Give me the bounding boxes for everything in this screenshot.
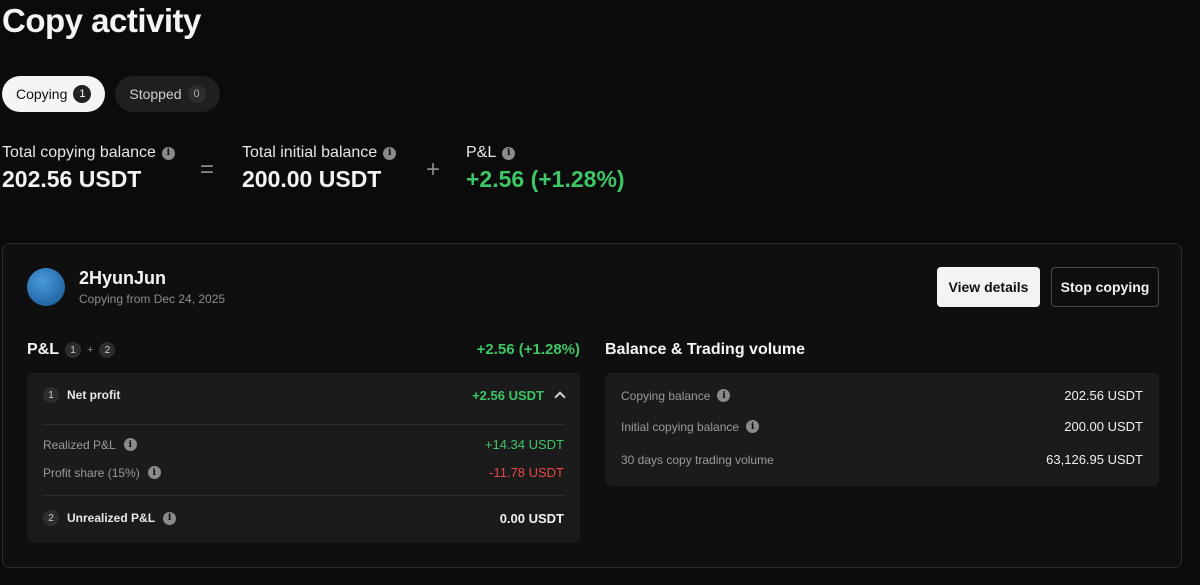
net-profit-value: +2.56 USDT bbox=[472, 387, 544, 403]
stop-copying-button[interactable]: Stop copying bbox=[1051, 267, 1159, 307]
unrealized-pnl-label: Unrealized P&L bbox=[67, 511, 156, 525]
balance-breakdown: Copying balance i 202.56 USDT Initial co… bbox=[605, 373, 1159, 486]
unrealized-pnl-row: 2 Unrealized P&L i 0.00 USDT bbox=[43, 510, 564, 526]
total-initial-balance: Total initial balance i 200.00 USDT bbox=[242, 144, 397, 193]
trading-volume-value: 63,126.95 USDT bbox=[1046, 452, 1143, 467]
profit-share-value: -11.78 USDT bbox=[489, 465, 564, 480]
net-profit-label: Net profit bbox=[67, 388, 121, 402]
trading-volume-row: 30 days copy trading volume 63,126.95 US… bbox=[621, 452, 1143, 467]
profit-share-label: Profit share (15%) bbox=[43, 465, 140, 480]
realized-pnl-value: +14.34 USDT bbox=[484, 437, 564, 452]
chevron-up-icon[interactable] bbox=[554, 391, 566, 403]
pnl-breakdown: 1 Net profit +2.56 USDT Realized P&L i +… bbox=[27, 373, 580, 543]
tab-stopped-count: 0 bbox=[187, 85, 206, 103]
copying-balance-row: Copying balance i 202.56 USDT bbox=[621, 388, 1143, 403]
pnl-plus: + bbox=[87, 344, 94, 356]
summary-pnl: P&L i +2.56 (+1.28%) bbox=[466, 144, 625, 193]
info-icon[interactable]: i bbox=[717, 389, 731, 402]
summary-pnl-value: +2.56 (+1.28%) bbox=[466, 166, 625, 192]
realized-pnl-row: Realized P&L i +14.34 USDT bbox=[43, 437, 564, 452]
info-icon[interactable]: i bbox=[161, 146, 175, 160]
profit-share-row: Profit share (15%) i -11.78 USDT bbox=[43, 465, 564, 480]
copying-balance-value: 202.56 USDT bbox=[1064, 388, 1143, 403]
tab-bar: Copying 1 Stopped 0 bbox=[2, 76, 220, 112]
unrealized-pnl-index: 2 bbox=[43, 510, 59, 526]
tab-copying-label: Copying bbox=[16, 86, 68, 102]
total-initial-balance-label: Total initial balance bbox=[242, 144, 378, 161]
tab-copying[interactable]: Copying 1 bbox=[2, 76, 106, 112]
unrealized-pnl-value: 0.00 USDT bbox=[499, 510, 564, 526]
pnl-header: P&L 1 + 2 +2.56 (+1.28%) bbox=[27, 341, 580, 363]
total-copying-balance-label: Total copying balance bbox=[2, 144, 156, 161]
equals-sign: = bbox=[200, 156, 215, 183]
copying-since: Copying from Dec 24, 2025 bbox=[79, 292, 226, 306]
info-icon[interactable]: i bbox=[383, 146, 397, 160]
info-icon[interactable]: i bbox=[147, 466, 161, 479]
initial-copying-balance-label: Initial copying balance bbox=[621, 419, 740, 434]
tab-stopped-label: Stopped bbox=[129, 86, 182, 102]
divider bbox=[43, 495, 564, 496]
tab-stopped[interactable]: Stopped 0 bbox=[115, 76, 220, 112]
info-icon[interactable]: i bbox=[502, 146, 516, 160]
total-copying-balance: Total copying balance i 202.56 USDT bbox=[2, 144, 175, 193]
info-icon[interactable]: i bbox=[746, 420, 760, 433]
info-icon[interactable]: i bbox=[163, 511, 177, 525]
view-details-button[interactable]: View details bbox=[937, 267, 1040, 307]
balance-summary: Total copying balance i 202.56 USDT = To… bbox=[2, 144, 702, 204]
tab-copying-count: 1 bbox=[73, 85, 92, 103]
total-copying-balance-value: 202.56 USDT bbox=[2, 166, 142, 192]
copy-trader-card: 2HyunJun Copying from Dec 24, 2025 View … bbox=[2, 243, 1182, 568]
total-initial-balance-value: 200.00 USDT bbox=[242, 166, 382, 192]
pnl-total: +2.56 (+1.28%) bbox=[476, 341, 580, 358]
summary-pnl-label: P&L bbox=[466, 144, 497, 161]
trader-name[interactable]: 2HyunJun bbox=[79, 268, 166, 289]
pnl-badge-1: 1 bbox=[65, 342, 81, 358]
trading-volume-label: 30 days copy trading volume bbox=[621, 452, 774, 467]
net-profit-index: 1 bbox=[43, 387, 59, 403]
page-title: Copy activity bbox=[2, 2, 201, 39]
plus-sign: + bbox=[426, 156, 441, 183]
avatar[interactable] bbox=[27, 268, 65, 306]
copying-balance-label: Copying balance bbox=[621, 388, 711, 403]
info-icon[interactable]: i bbox=[123, 438, 137, 451]
initial-copying-balance-row: Initial copying balance i 200.00 USDT bbox=[621, 419, 1143, 434]
realized-pnl-label: Realized P&L bbox=[43, 437, 116, 452]
pnl-badge-2: 2 bbox=[99, 342, 116, 358]
pnl-title: P&L bbox=[27, 341, 59, 358]
divider bbox=[43, 424, 564, 425]
initial-copying-balance-value: 200.00 USDT bbox=[1064, 419, 1143, 434]
net-profit-row[interactable]: 1 Net profit +2.56 USDT bbox=[43, 387, 566, 403]
balance-section-title: Balance & Trading volume bbox=[605, 341, 806, 358]
